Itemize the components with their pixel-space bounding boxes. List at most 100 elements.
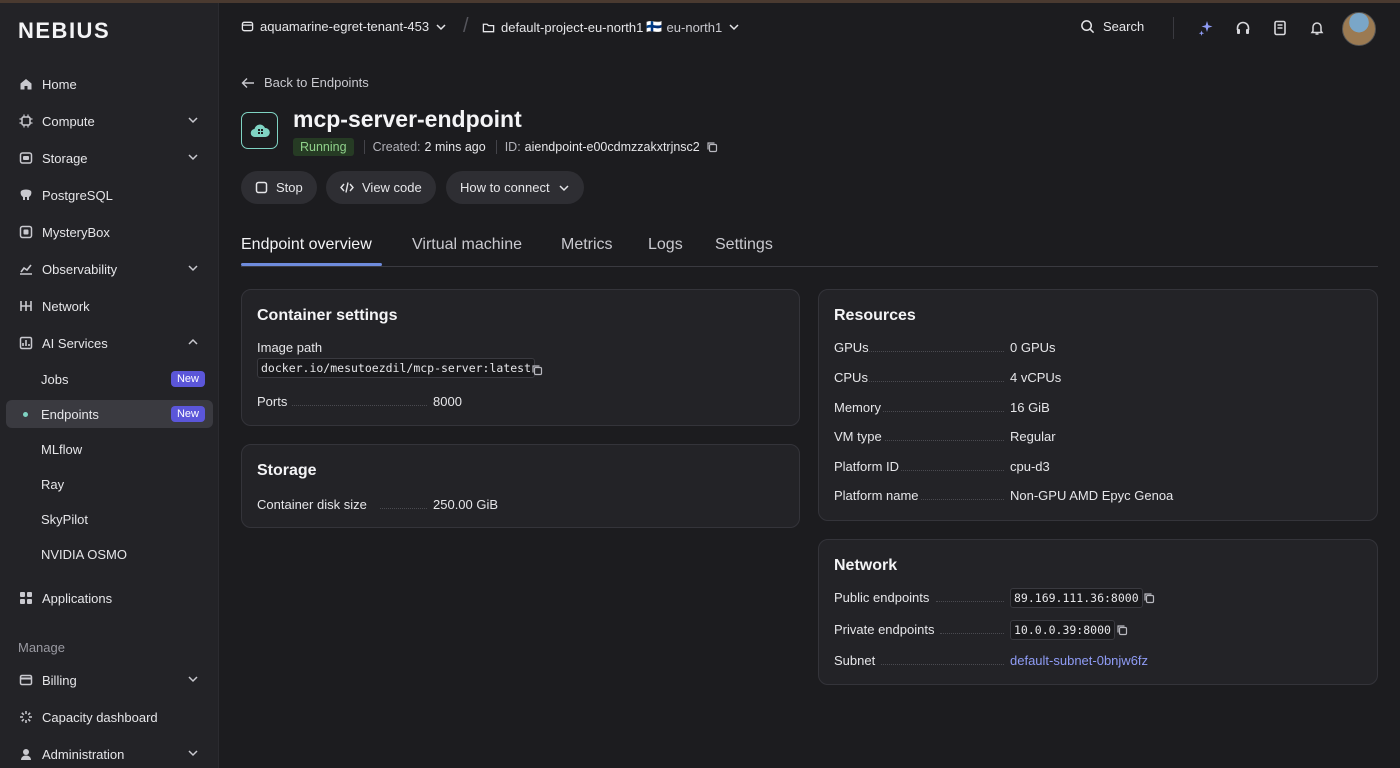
sidebar-item-ray[interactable]: Ray (6, 470, 213, 498)
resources-card: Resources GPUs 0 GPUs CPUs 4 vCPUs Memor… (818, 289, 1378, 521)
leader-line (881, 664, 1004, 665)
search-icon (1081, 20, 1095, 34)
stop-button[interactable]: Stop (241, 171, 317, 204)
view-code-button[interactable]: View code (326, 171, 436, 204)
sidebar-item-endpoints[interactable]: Endpoints New (6, 400, 213, 428)
chevron-down-icon (729, 24, 739, 31)
project-name: default-project-eu-north1 (501, 19, 644, 35)
tab-endpoint-overview[interactable]: Endpoint overview (241, 236, 372, 254)
project-selector[interactable]: default-project-eu-north1 🇫🇮 eu-north1 (482, 19, 746, 35)
sidebar-item-storage[interactable]: Storage (6, 144, 213, 172)
active-dot-icon (23, 412, 28, 417)
leader-line (869, 351, 1004, 352)
copy-icon[interactable] (706, 141, 718, 153)
tab-bar: Endpoint overview Virtual machine Metric… (241, 236, 1378, 267)
chevron-down-icon (187, 673, 199, 688)
sidebar-item-postgresql[interactable]: PostgreSQL (6, 181, 213, 209)
leader-line (292, 405, 427, 406)
sidebar-item-billing[interactable]: Billing (6, 666, 213, 694)
chevron-down-icon (187, 151, 199, 166)
platform-name-label: Platform name (834, 488, 919, 503)
how-to-connect-button[interactable]: How to connect (446, 171, 584, 204)
box-icon (18, 224, 34, 240)
sidebar-item-label: AI Services (42, 335, 108, 351)
view-code-label: View code (362, 180, 422, 195)
card-title: Network (834, 557, 898, 574)
arrow-left-icon (241, 77, 254, 88)
sidebar-item-label: Endpoints (41, 406, 99, 422)
search-label: Search (1103, 19, 1145, 34)
subnet-link[interactable]: default-subnet-0bnjw6fz (1010, 653, 1148, 668)
sidebar-item-label: Billing (42, 672, 77, 688)
platform-name-value: Non-GPU AMD Epyc Genoa (1010, 488, 1174, 503)
sidebar-item-label: Home (42, 76, 77, 92)
sidebar-item-mlflow[interactable]: MLflow (6, 435, 213, 463)
copy-icon[interactable] (531, 364, 543, 379)
nebius-logo[interactable]: NEBIUS (18, 18, 110, 44)
docs-icon[interactable] (1272, 20, 1288, 39)
chevron-down-icon (187, 262, 199, 277)
memory-value: 16 GiB (1010, 400, 1050, 415)
headset-icon[interactable] (1235, 20, 1251, 39)
tab-virtual-machine[interactable]: Virtual machine (412, 236, 522, 254)
sidebar-item-network[interactable]: Network (6, 292, 213, 320)
back-to-endpoints-link[interactable]: Back to Endpoints (241, 75, 369, 90)
sidebar-item-mysterybox[interactable]: MysteryBox (6, 218, 213, 246)
tab-logs[interactable]: Logs (648, 236, 683, 254)
sidebar-item-observability[interactable]: Observability (6, 255, 213, 283)
chevron-down-icon (559, 184, 569, 191)
card-title: Container settings (257, 307, 398, 324)
chevron-down-icon (187, 747, 199, 762)
gpus-value: 0 GPUs (1010, 340, 1056, 355)
tenant-selector[interactable]: aquamarine-egret-tenant-453 (241, 19, 453, 34)
card-title: Storage (257, 462, 317, 479)
sidebar-item-ai-services[interactable]: AI Services (6, 329, 213, 357)
subnet-label: Subnet (834, 653, 876, 668)
home-icon (18, 76, 34, 92)
stop-label: Stop (276, 180, 303, 195)
leader-line (921, 499, 1004, 500)
copy-icon[interactable] (1143, 592, 1155, 607)
endpoint-icon (241, 112, 278, 149)
search-button[interactable]: Search (1080, 19, 1144, 34)
sidebar: NEBIUS Home Compute Storage PostgreSQL M… (0, 3, 219, 768)
ports-label: Ports (257, 394, 288, 409)
sidebar-item-home[interactable]: Home (6, 70, 213, 98)
leader-line (885, 440, 1004, 441)
storage-icon (18, 150, 34, 166)
disk-size-value: 250.00 GiB (433, 497, 499, 512)
sidebar-item-compute[interactable]: Compute (6, 107, 213, 135)
sidebar-item-skypilot[interactable]: SkyPilot (6, 505, 213, 533)
sidebar-item-label: Storage (42, 150, 88, 166)
tenant-name: aquamarine-egret-tenant-453 (260, 19, 430, 34)
vm-type-value: Regular (1010, 429, 1056, 444)
tab-settings[interactable]: Settings (715, 236, 773, 254)
sidebar-item-jobs[interactable]: Jobs New (6, 365, 213, 393)
platform-id-label: Platform ID (834, 459, 900, 474)
bell-icon[interactable] (1309, 20, 1325, 39)
sidebar-item-nvidia-osmo[interactable]: NVIDIA OSMO (6, 540, 213, 568)
sidebar-item-label: NVIDIA OSMO (41, 546, 127, 562)
tab-metrics[interactable]: Metrics (561, 236, 613, 254)
copy-icon[interactable] (1116, 624, 1128, 639)
avatar[interactable] (1342, 12, 1376, 46)
sidebar-item-administration[interactable]: Administration (6, 740, 213, 768)
network-icon (18, 298, 34, 314)
sparkle-icon[interactable] (1198, 20, 1214, 39)
image-path-label: Image path (257, 340, 323, 355)
sidebar-item-label: Applications (42, 590, 113, 606)
sidebar-item-label: Administration (42, 746, 125, 762)
card-title: Resources (834, 307, 916, 324)
sidebar-item-label: Compute (42, 113, 95, 129)
top-bar: aquamarine-egret-tenant-453 / default-pr… (219, 3, 1400, 53)
leader-line (936, 601, 1004, 602)
leader-line (380, 508, 427, 509)
leader-line (883, 411, 1004, 412)
leader-line (901, 470, 1004, 471)
ports-value: 8000 (433, 394, 462, 409)
gpus-label: GPUs (834, 340, 869, 355)
grid-icon (18, 590, 34, 606)
sidebar-item-applications[interactable]: Applications (6, 584, 213, 612)
sidebar-item-label: Ray (41, 476, 65, 492)
sidebar-item-capacity-dashboard[interactable]: Capacity dashboard (6, 703, 213, 731)
